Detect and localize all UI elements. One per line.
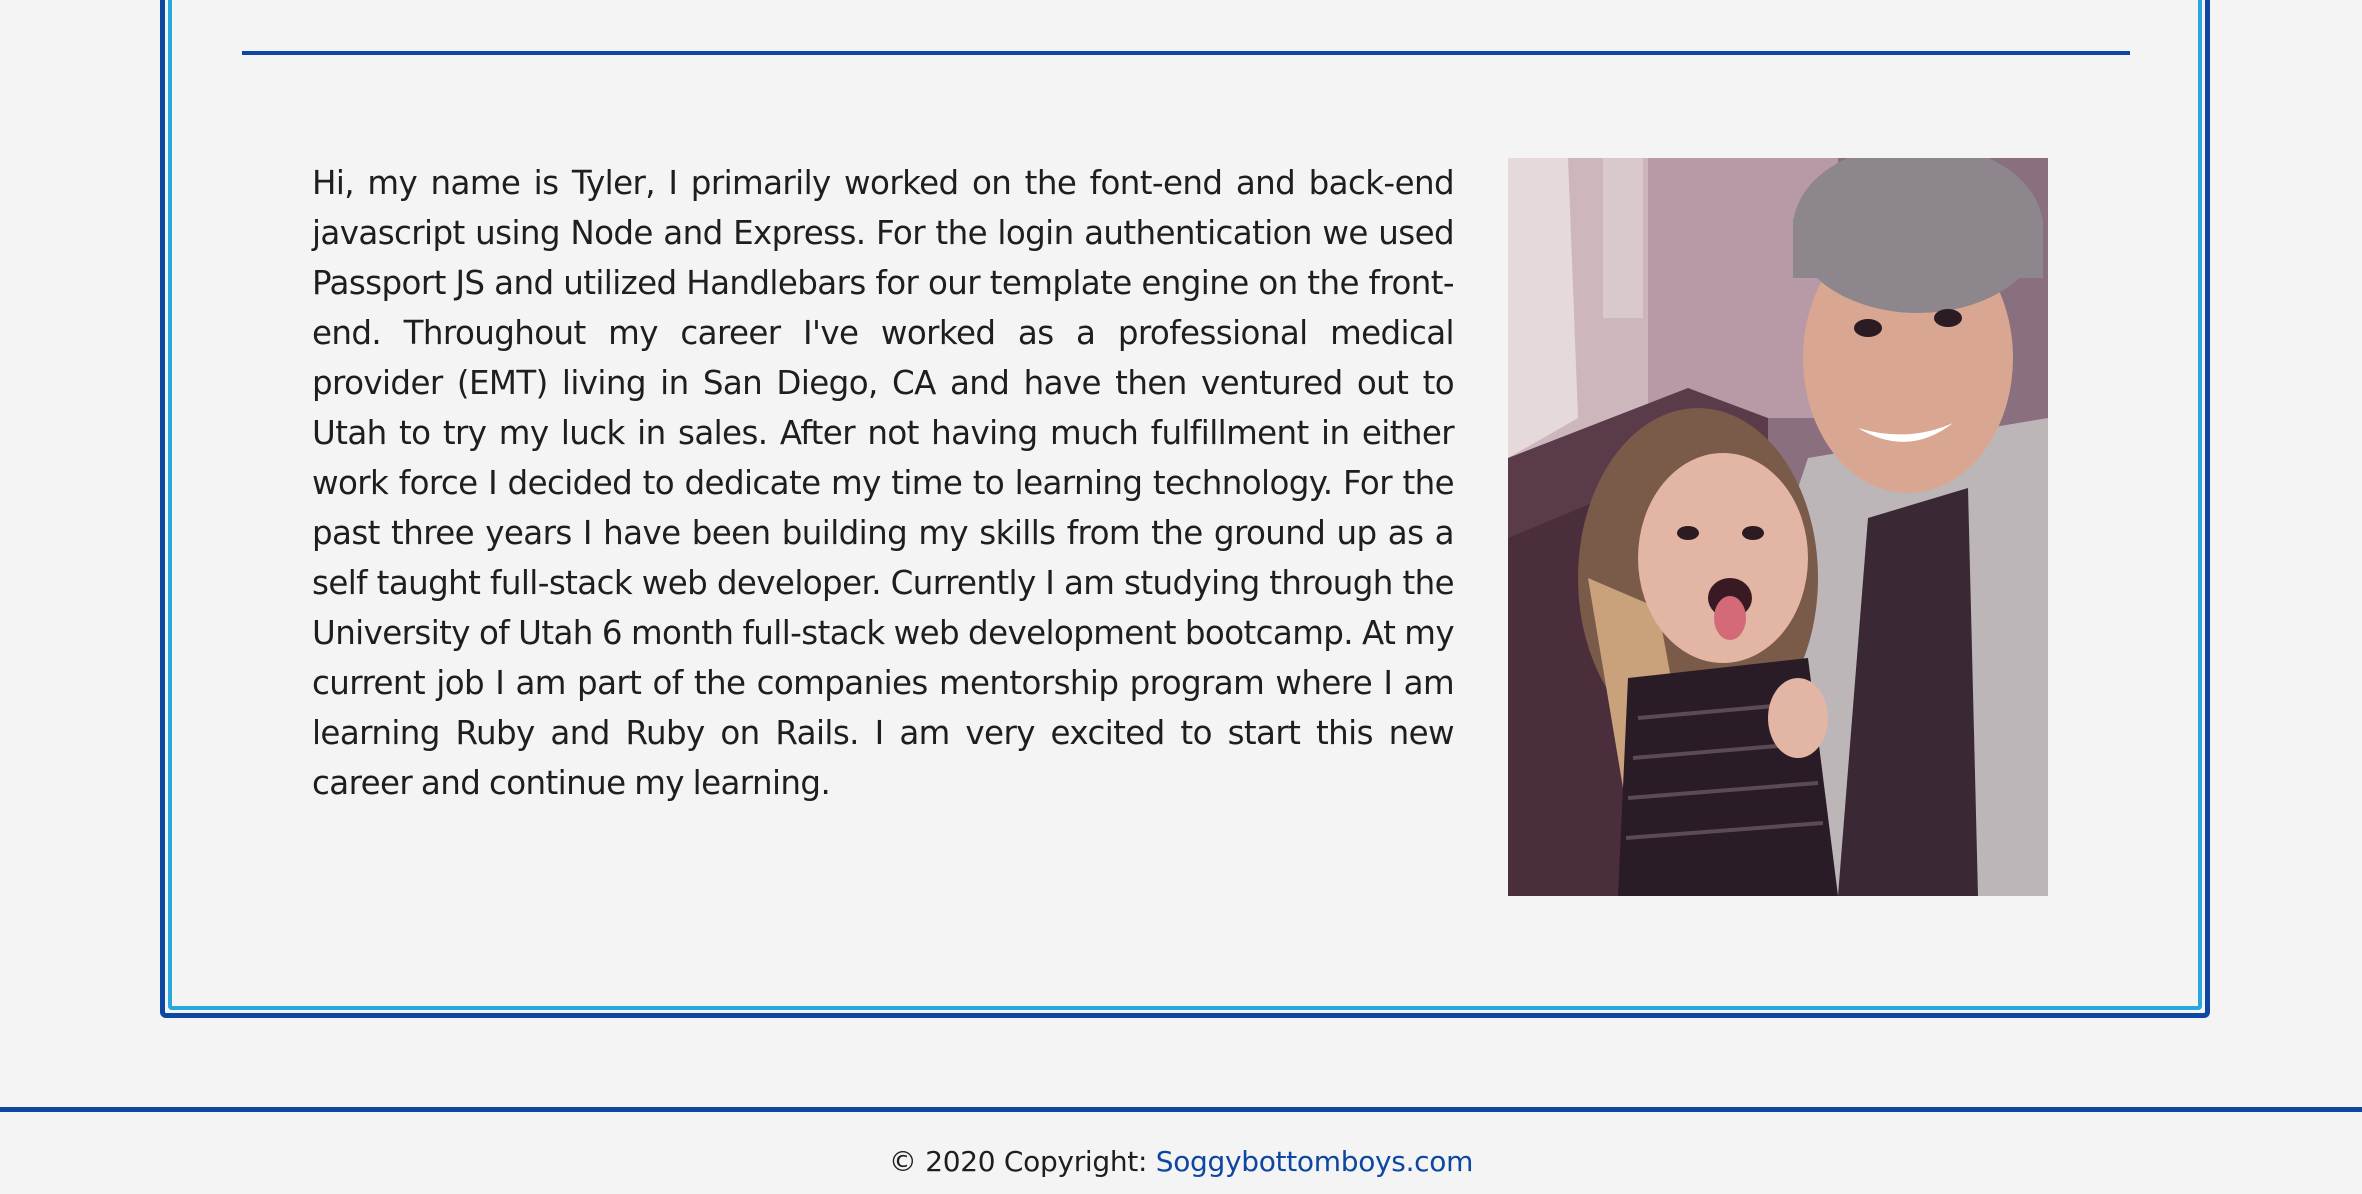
- profile-photo: [1508, 158, 2048, 896]
- footer: © 2020 Copyright: Soggybottomboys.com: [0, 1140, 2362, 1184]
- footer-divider: [0, 1107, 2362, 1112]
- footer-copyright: © 2020 Copyright:: [888, 1145, 1148, 1178]
- bio-text: Hi, my name is Tyler, I primarily worked…: [312, 164, 1455, 802]
- page: Hi, my name is Tyler, I primarily worked…: [0, 0, 2362, 1194]
- section-divider: [242, 51, 2130, 55]
- profile-photo-image: [1508, 158, 2048, 896]
- footer-site-link[interactable]: Soggybottomboys.com: [1156, 1145, 1474, 1178]
